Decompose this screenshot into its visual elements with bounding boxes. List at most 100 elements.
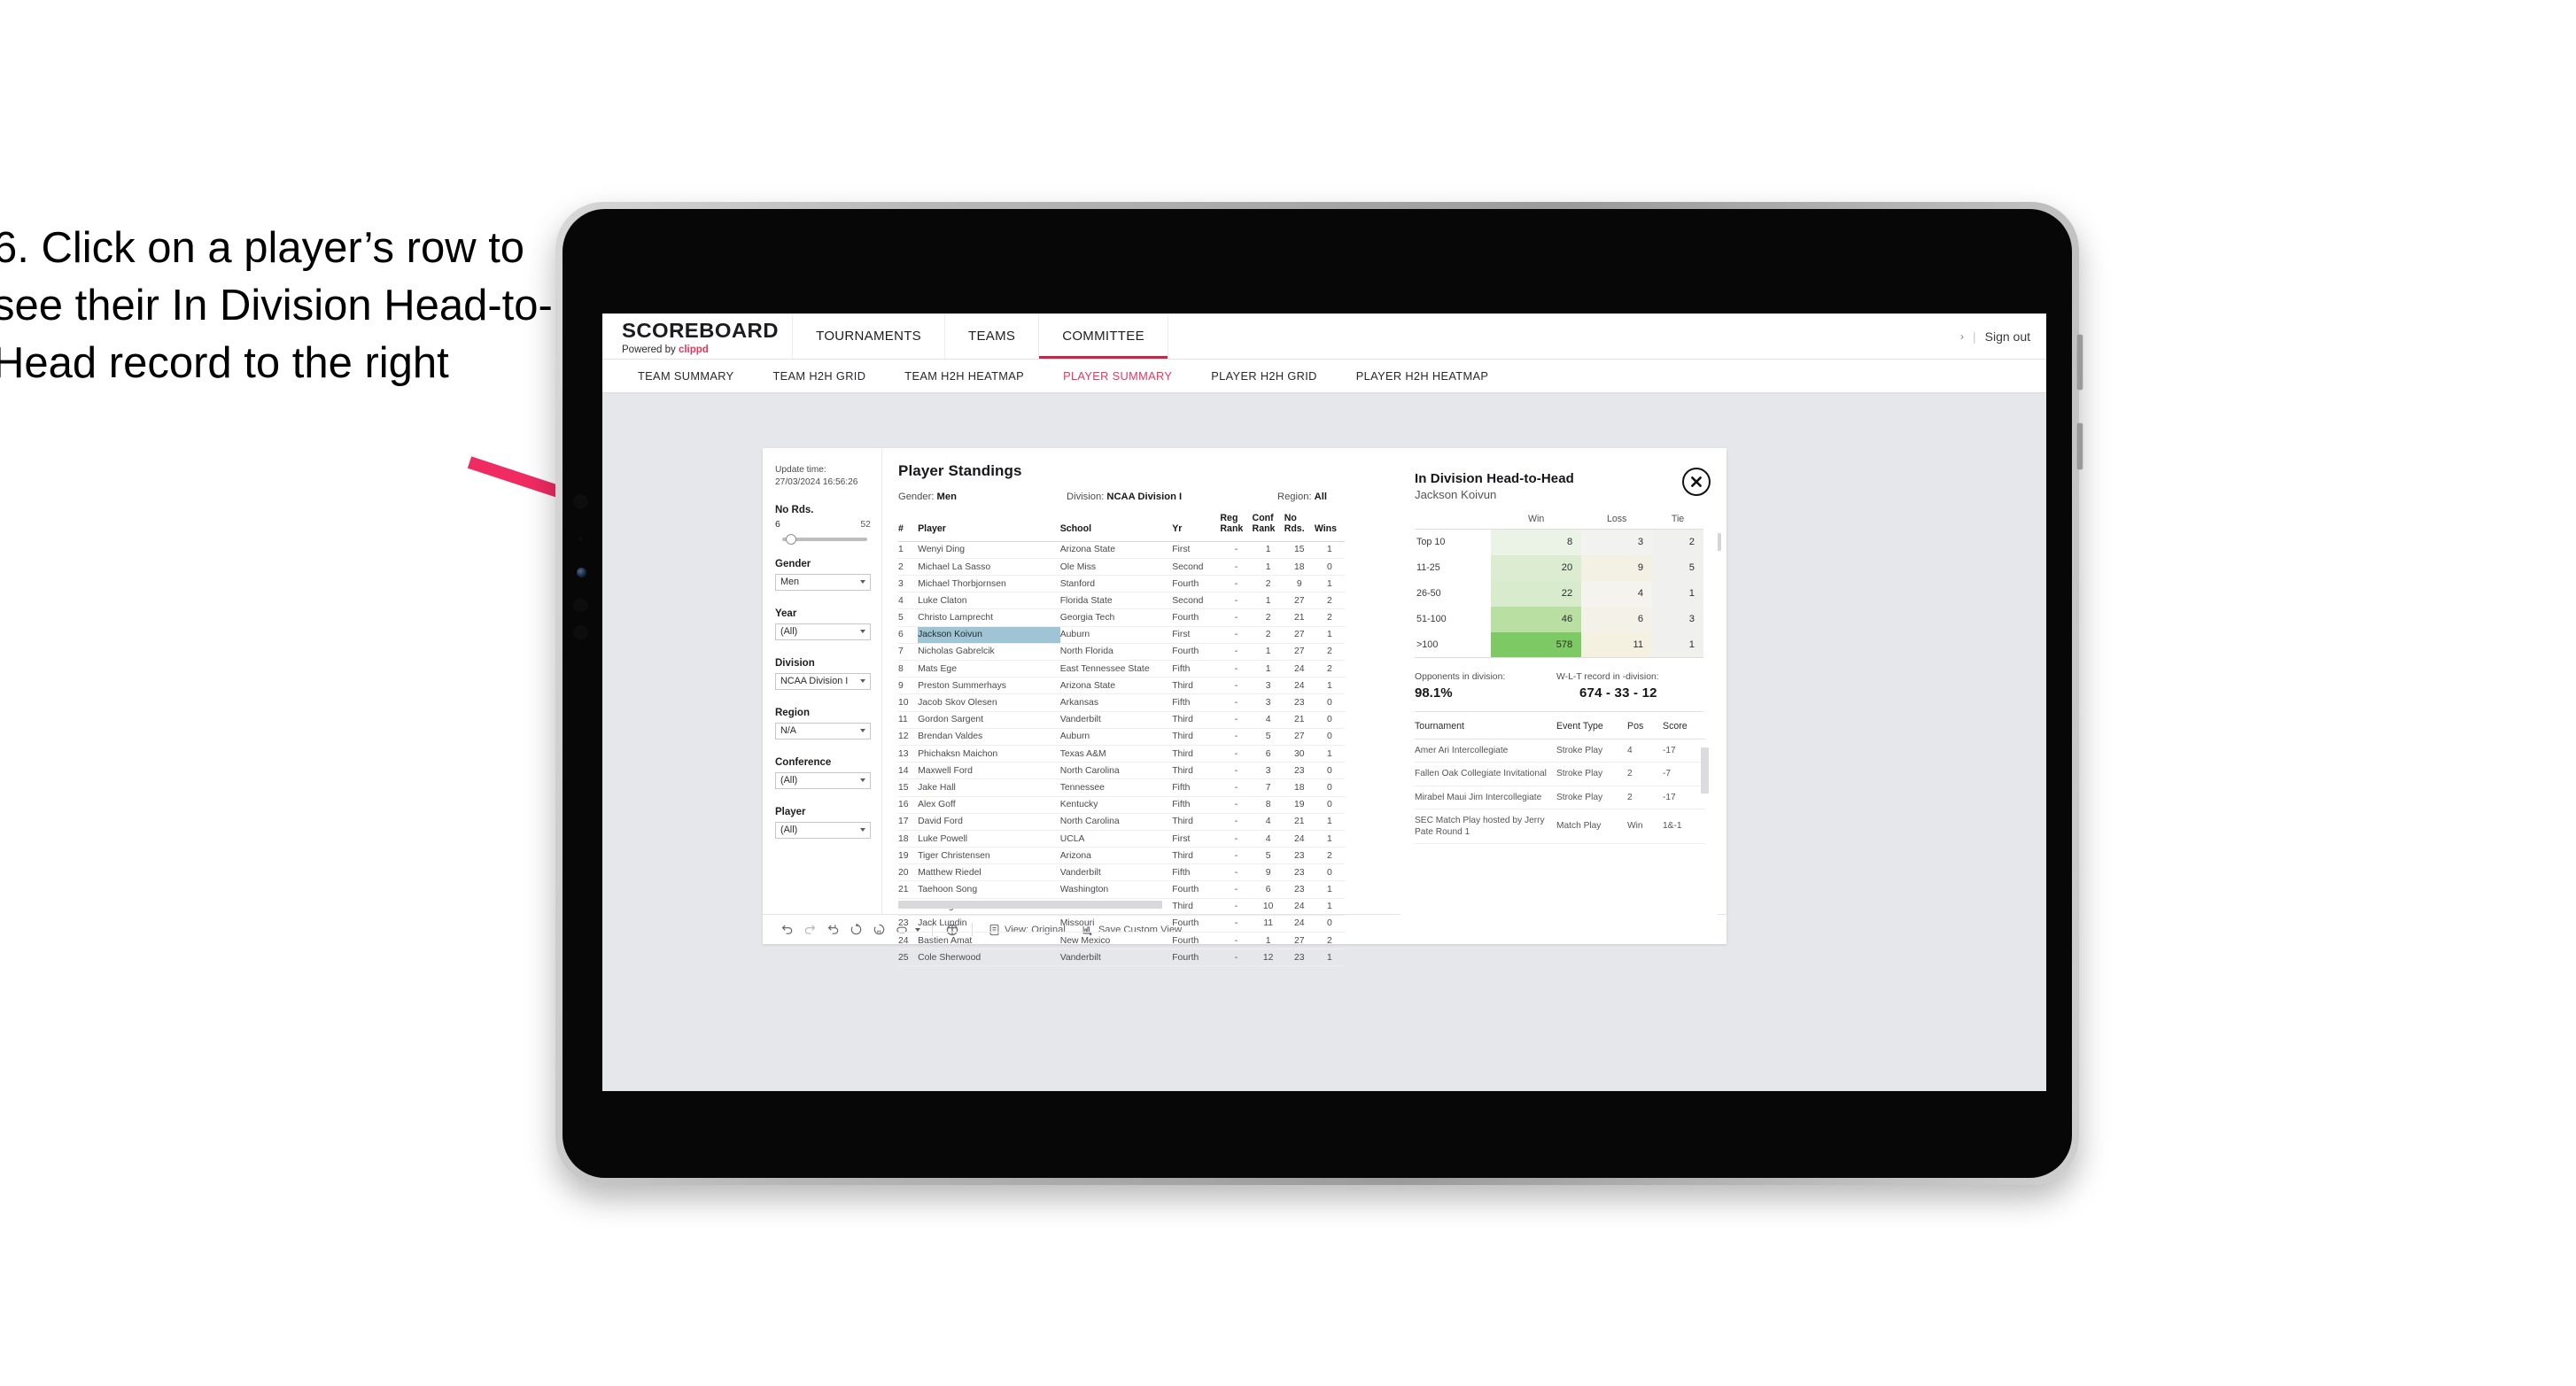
cell-conf-rank: 1 bbox=[1252, 932, 1284, 950]
cell-year: Fifth bbox=[1172, 693, 1221, 712]
table-row[interactable]: 6 Jackson Koivun Auburn First -2 27 1 bbox=[898, 626, 1345, 644]
h2h-band-label: 11-25 bbox=[1415, 554, 1491, 581]
table-row[interactable]: 25 Cole Sherwood Vanderbilt Fourth -12 23 1 bbox=[898, 949, 1345, 967]
redo-icon[interactable] bbox=[798, 923, 821, 936]
table-row[interactable]: 13 Phichaksn Maichon Texas A&M Third -6 30 1 bbox=[898, 745, 1345, 763]
cell-conf-rank: 3 bbox=[1252, 677, 1284, 695]
undo-icon[interactable] bbox=[775, 923, 798, 936]
table-row[interactable]: 17 David Ford North Carolina Third -4 21 1 bbox=[898, 813, 1345, 831]
cell-conf-rank: 8 bbox=[1252, 796, 1284, 814]
filter-player-label: Player bbox=[775, 806, 806, 817]
slider-max-value: 52 bbox=[860, 518, 871, 530]
tournament-row[interactable]: Mirabel Maui Jim Intercollegiate Stroke P… bbox=[1415, 786, 1705, 809]
cell-no-rounds: 24 bbox=[1284, 915, 1315, 933]
filter-region-select[interactable]: N/A bbox=[775, 722, 871, 739]
tab-team-h2h-grid[interactable]: TEAM H2H GRID bbox=[753, 369, 885, 383]
tournament-scrollbar[interactable] bbox=[1701, 747, 1709, 794]
table-row[interactable]: 2 Michael La Sasso Ole Miss Second -1 18 0 bbox=[898, 558, 1345, 577]
table-row[interactable]: 12 Brendan Valdes Auburn Third -5 27 0 bbox=[898, 728, 1345, 746]
filter-gender-select[interactable]: Men bbox=[775, 573, 871, 591]
cell-school: Arizona State bbox=[1059, 677, 1173, 695]
tab-team-h2h-heatmap[interactable]: TEAM H2H HEATMAP bbox=[885, 369, 1044, 383]
h2h-row: >100 578 11 1 bbox=[1415, 631, 1703, 658]
table-row[interactable]: 20 Matthew Riedel Vanderbilt Fifth -9 23 0 bbox=[898, 863, 1345, 882]
h2h-win-cell: 46 bbox=[1491, 606, 1582, 632]
instruction-caption: 6. Click on a player’s row to see their … bbox=[0, 224, 553, 388]
table-row[interactable]: 21 Taehoon Song Washington Fourth -6 23 1 bbox=[898, 880, 1345, 899]
summary-division-value: NCAA Division I bbox=[1106, 492, 1183, 502]
table-row[interactable]: 9 Preston Summerhays Arizona State Third -3 2… bbox=[898, 677, 1345, 695]
nav-committee[interactable]: COMMITTEE bbox=[1039, 314, 1168, 359]
sign-out-link[interactable]: Sign out bbox=[1985, 329, 2030, 344]
tournament-row[interactable]: Fallen Oak Collegiate Invitational Stroke… bbox=[1415, 762, 1705, 786]
cell-wins: 2 bbox=[1314, 608, 1345, 627]
table-row[interactable]: 23 Jack Lundin Missouri Fourth -11 24 0 bbox=[898, 915, 1345, 933]
filter-player-select[interactable]: (All) bbox=[775, 821, 871, 839]
table-row[interactable]: 18 Luke Powell UCLA First -4 24 1 bbox=[898, 830, 1345, 848]
table-row[interactable]: 1 Wenyi Ding Arizona State First -1 15 1 bbox=[898, 541, 1345, 559]
tab-player-summary[interactable]: PLAYER SUMMARY bbox=[1044, 369, 1191, 383]
nav-teams[interactable]: TEAMS bbox=[945, 314, 1040, 359]
chevron-right-icon[interactable]: › bbox=[1960, 330, 1964, 343]
h2h-row: 26-50 22 4 1 bbox=[1415, 580, 1703, 607]
filter-player-value: (All) bbox=[780, 825, 798, 836]
cell-no-rounds: 24 bbox=[1284, 898, 1315, 916]
revert-icon[interactable] bbox=[821, 923, 844, 936]
cell-school: Georgia Tech bbox=[1059, 608, 1173, 627]
cell-school: Tennessee bbox=[1059, 778, 1173, 797]
cell-no-rounds: 24 bbox=[1284, 830, 1315, 848]
cell-no-rounds: 27 bbox=[1284, 626, 1315, 644]
tournament-row[interactable]: SEC Match Play hosted by Jerry Pate Roun… bbox=[1415, 809, 1705, 845]
cell-reg-rank: - bbox=[1220, 660, 1253, 678]
pause-refresh-icon[interactable] bbox=[867, 923, 890, 936]
tablet-power-button bbox=[2077, 335, 2083, 390]
clippd-name: clippd bbox=[678, 345, 709, 355]
h2h-band-label: >100 bbox=[1415, 631, 1491, 658]
cell-year: Fourth bbox=[1172, 880, 1221, 899]
no-rounds-slider[interactable] bbox=[782, 533, 867, 545]
tab-team-summary[interactable]: TEAM SUMMARY bbox=[618, 369, 753, 383]
table-row[interactable]: 14 Maxwell Ford North Carolina Third -3 23 0 bbox=[898, 762, 1345, 780]
filter-conference-select[interactable]: (All) bbox=[775, 771, 871, 789]
tab-player-h2h-heatmap[interactable]: PLAYER H2H HEATMAP bbox=[1337, 369, 1508, 383]
nav-tournaments[interactable]: TOURNAMENTS bbox=[793, 314, 945, 359]
table-row[interactable]: 5 Christo Lamprecht Georgia Tech Fourth -2 21… bbox=[898, 608, 1345, 627]
filter-region-value: N/A bbox=[780, 725, 796, 737]
standings-table: # Player School Yr Reg Rank Conf Rank No Rd… bbox=[898, 513, 1345, 967]
tournament-row[interactable]: Amer Ari Intercollegiate Stroke Play 4 -17 bbox=[1415, 739, 1705, 763]
h2h-col-band bbox=[1415, 514, 1491, 530]
table-row[interactable]: 4 Luke Claton Florida State Second -1 27 2 bbox=[898, 592, 1345, 610]
table-row[interactable]: 8 Mats Ege East Tennessee State Fifth -1 24 2 bbox=[898, 660, 1345, 678]
table-row[interactable]: 11 Gordon Sargent Vanderbilt Third -4 21 0 bbox=[898, 711, 1345, 729]
table-row[interactable]: 3 Michael Thorbjornsen Stanford Fourth -2 9 1 bbox=[898, 575, 1345, 593]
cell-year: Fourth bbox=[1172, 643, 1221, 662]
filter-division-select[interactable]: NCAA Division I bbox=[775, 672, 871, 690]
cell-rank: 6 bbox=[898, 626, 919, 644]
refresh-icon[interactable] bbox=[844, 923, 867, 936]
filter-year-label: Year bbox=[775, 608, 797, 619]
table-row[interactable]: 19 Tiger Christensen Arizona Third -5 23 2 bbox=[898, 847, 1345, 865]
table-row[interactable]: 16 Alex Goff Kentucky Fifth -8 19 0 bbox=[898, 796, 1345, 814]
tab-player-h2h-grid[interactable]: PLAYER H2H GRID bbox=[1191, 369, 1337, 383]
table-row[interactable]: 15 Jake Hall Tennessee Fifth -7 18 0 bbox=[898, 778, 1345, 797]
close-icon[interactable] bbox=[1682, 468, 1711, 496]
h2h-row: 51-100 46 6 3 bbox=[1415, 606, 1703, 632]
table-row[interactable]: 10 Jacob Skov Olesen Arkansas Fifth -3 23 0 bbox=[898, 693, 1345, 712]
tablet-device: SCOREBOARD Powered by clippd TOURNAMENTS… bbox=[555, 202, 2083, 1185]
cell-conf-rank: 1 bbox=[1252, 592, 1284, 610]
cell-no-rounds: 27 bbox=[1284, 932, 1315, 950]
tournament-name: Amer Ari Intercollegiate bbox=[1415, 739, 1556, 763]
table-row[interactable]: 24 Bastien Amat New Mexico Fourth -1 27 2 bbox=[898, 932, 1345, 950]
col-conf-rank: Conf Rank bbox=[1252, 513, 1284, 542]
cell-conf-rank: 6 bbox=[1252, 745, 1284, 763]
cell-school: Arkansas bbox=[1059, 693, 1173, 712]
slider-handle[interactable] bbox=[785, 533, 796, 545]
h2h-tie-cell: 3 bbox=[1652, 606, 1703, 632]
cell-rank: 23 bbox=[898, 915, 919, 933]
cell-no-rounds: 21 bbox=[1284, 711, 1315, 729]
filter-year-select[interactable]: (All) bbox=[775, 623, 871, 640]
table-horizontal-scrollbar[interactable] bbox=[898, 901, 1162, 909]
filter-region-label: Region bbox=[775, 707, 810, 718]
table-row[interactable]: 7 Nicholas Gabrelcik North Florida Fourth -1… bbox=[898, 643, 1345, 662]
cell-school: Ole Miss bbox=[1059, 558, 1173, 577]
